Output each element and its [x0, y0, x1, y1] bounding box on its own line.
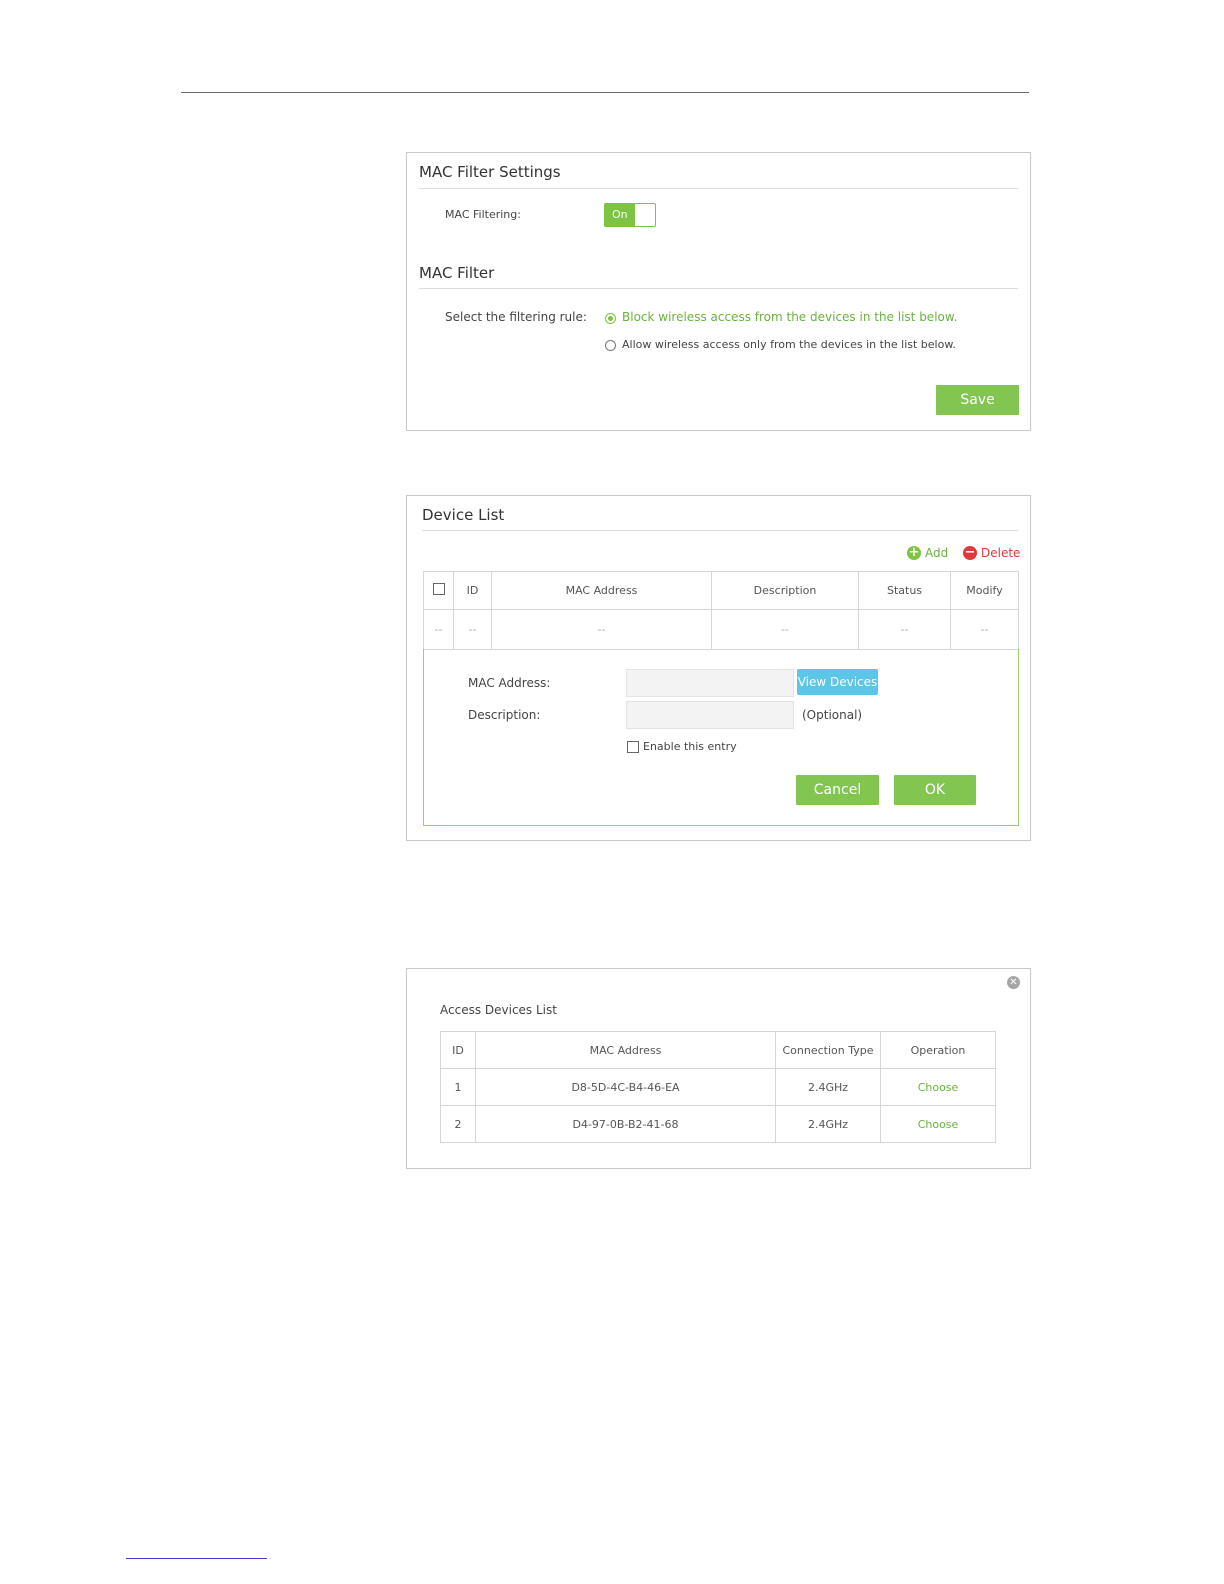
cell: --	[423, 609, 454, 650]
col-modify: Modify	[950, 571, 1019, 610]
description-label: Description:	[468, 708, 541, 722]
cell: --	[950, 609, 1019, 650]
mac-filter-title: MAC Filter	[419, 264, 495, 282]
cell: --	[858, 609, 951, 650]
page-footer-link-rule	[126, 1558, 267, 1559]
block-access-radio[interactable]	[605, 313, 616, 324]
page-header-rule	[181, 92, 1029, 93]
close-icon[interactable]: ✕	[1007, 976, 1020, 989]
cell-id: 1	[440, 1068, 476, 1106]
device-list-table: ID MAC Address Description Status Modify…	[423, 571, 1019, 650]
save-button[interactable]: Save	[936, 385, 1019, 415]
add-label: Add	[925, 546, 949, 560]
access-devices-table: ID MAC Address Connection Type Operation…	[440, 1031, 996, 1143]
device-list-panel: Device List + Add − Delete ID MAC Addres…	[406, 495, 1031, 841]
col-connection-type: Connection Type	[775, 1031, 881, 1069]
add-button[interactable]: + Add	[907, 546, 948, 560]
mac-filter-settings-panel: MAC Filter Settings MAC Filtering: On MA…	[406, 152, 1031, 431]
cancel-button[interactable]: Cancel	[796, 775, 879, 805]
choose-link[interactable]: Choose	[880, 1068, 996, 1106]
optional-hint: (Optional)	[802, 708, 863, 722]
ok-button[interactable]: OK	[894, 775, 976, 805]
choose-link[interactable]: Choose	[880, 1105, 996, 1143]
allow-access-label[interactable]: Allow wireless access only from the devi…	[622, 338, 956, 351]
description-input[interactable]	[626, 701, 794, 729]
enable-entry-checkbox[interactable]	[627, 741, 639, 753]
col-mac-address: MAC Address	[475, 1031, 776, 1069]
allow-access-radio[interactable]	[605, 340, 616, 351]
delete-label: Delete	[981, 546, 1021, 560]
mac-address-label: MAC Address:	[468, 676, 551, 690]
table-row: 1 D8-5D-4C-B4-46-EA 2.4GHz Choose	[440, 1068, 996, 1106]
table-header-row: ID MAC Address Connection Type Operation	[440, 1031, 996, 1069]
toggle-state: On	[605, 204, 635, 226]
cell-id: 2	[440, 1105, 476, 1143]
cell-mac: D4-97-0B-B2-41-68	[475, 1105, 776, 1143]
enable-entry-label[interactable]: Enable this entry	[643, 740, 737, 753]
section-divider	[419, 188, 1018, 189]
view-devices-button[interactable]: View Devices	[797, 669, 878, 695]
col-mac-address: MAC Address	[491, 571, 712, 610]
col-description: Description	[711, 571, 859, 610]
section-divider	[419, 288, 1018, 289]
cell: --	[453, 609, 492, 650]
filtering-rule-label: Select the filtering rule:	[445, 310, 587, 324]
cell-mac: D8-5D-4C-B4-46-EA	[475, 1068, 776, 1106]
mac-filtering-label: MAC Filtering:	[445, 208, 521, 221]
select-all-checkbox[interactable]	[432, 583, 445, 595]
col-operation: Operation	[880, 1031, 996, 1069]
col-id: ID	[453, 571, 492, 610]
select-all-cell	[423, 571, 454, 610]
table-header-row: ID MAC Address Description Status Modify	[423, 571, 1019, 610]
add-entry-form: MAC Address: View Devices Description: (…	[423, 649, 1019, 826]
cell-type: 2.4GHz	[775, 1105, 881, 1143]
table-row: -- -- -- -- -- --	[423, 609, 1019, 650]
mac-address-input[interactable]	[626, 669, 794, 697]
access-devices-title: Access Devices List	[440, 1003, 557, 1017]
minus-icon: −	[963, 545, 977, 560]
access-devices-panel: ✕ Access Devices List ID MAC Address Con…	[406, 968, 1031, 1169]
block-access-label[interactable]: Block wireless access from the devices i…	[622, 310, 957, 324]
col-status: Status	[858, 571, 951, 610]
mac-filtering-toggle[interactable]: On	[604, 203, 656, 227]
cell: --	[711, 609, 859, 650]
table-row: 2 D4-97-0B-B2-41-68 2.4GHz Choose	[440, 1105, 996, 1143]
delete-button[interactable]: − Delete	[963, 546, 1020, 560]
col-id: ID	[440, 1031, 476, 1069]
section-divider	[422, 530, 1018, 531]
mac-filter-settings-title: MAC Filter Settings	[419, 163, 561, 181]
cell-type: 2.4GHz	[775, 1068, 881, 1106]
device-list-title: Device List	[422, 506, 505, 524]
plus-icon: +	[907, 545, 921, 560]
cell: --	[491, 609, 712, 650]
